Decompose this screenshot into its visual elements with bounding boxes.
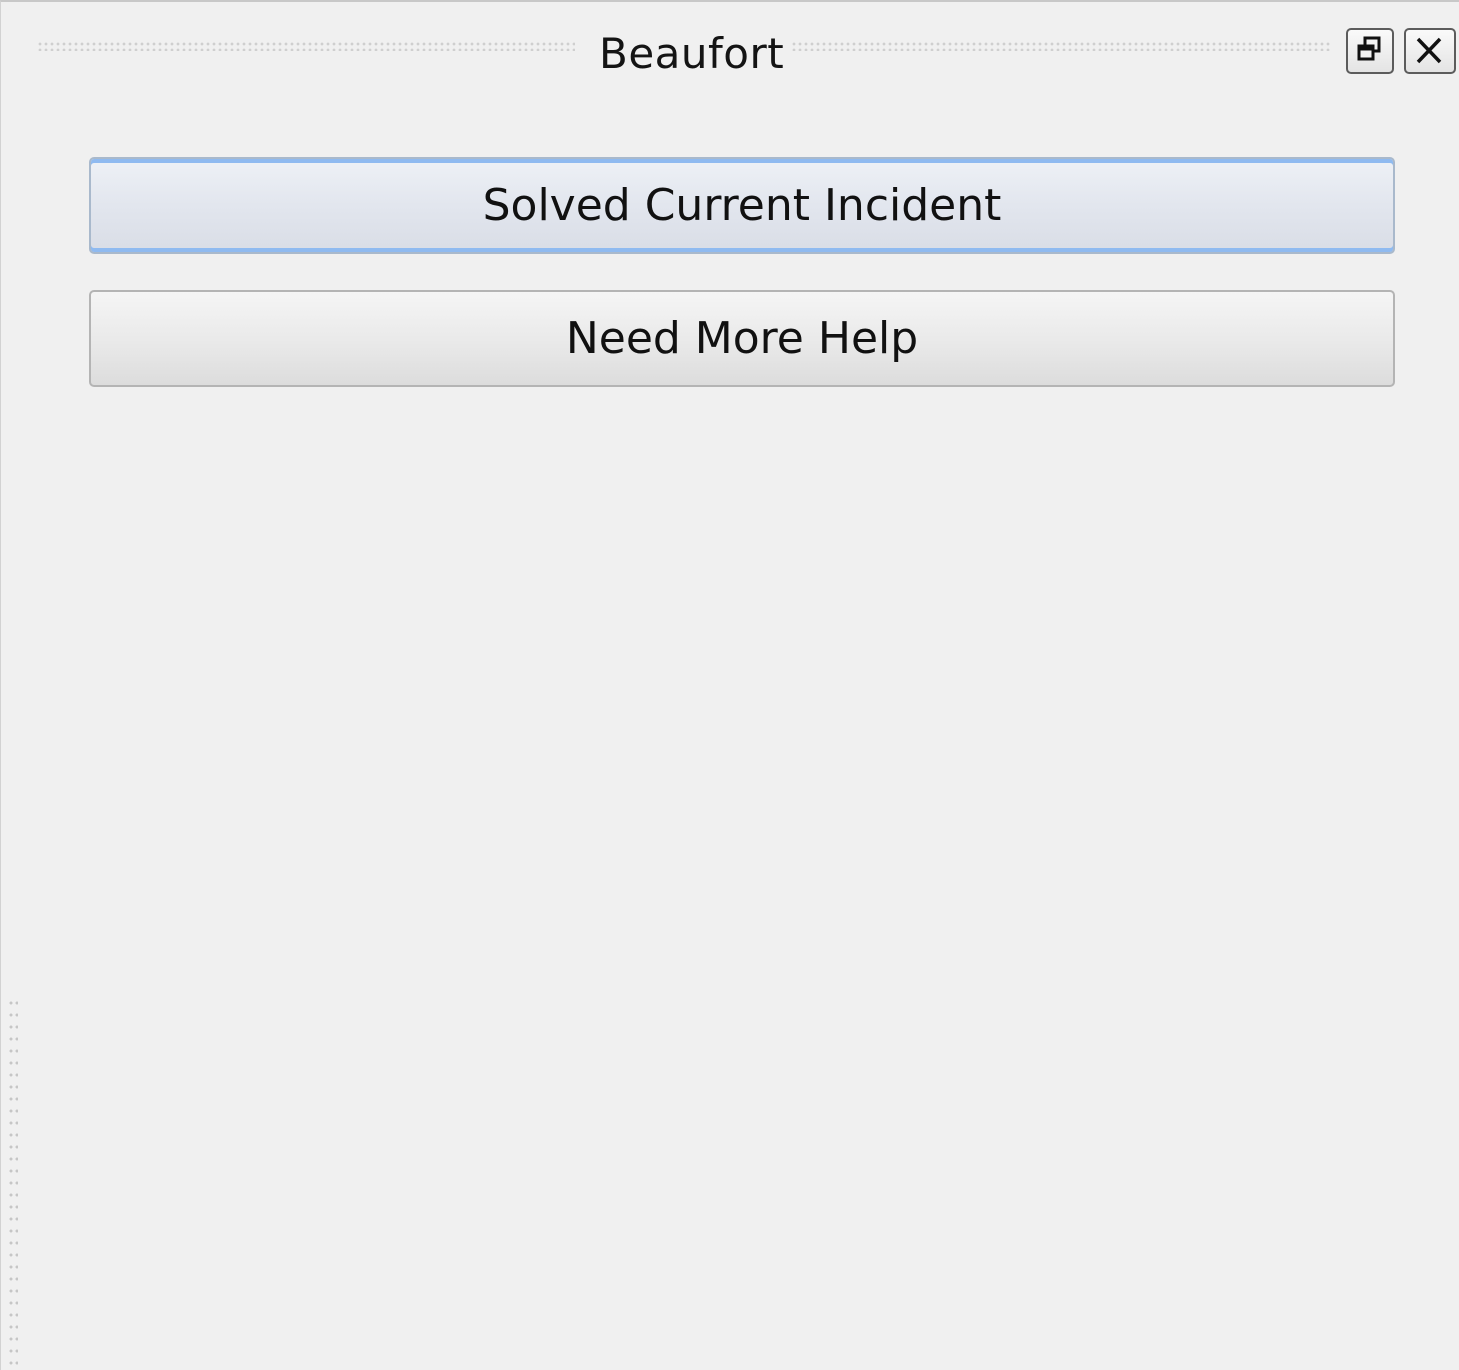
close-icon [1416,37,1442,64]
solved-incident-button[interactable]: Solved Current Incident [89,157,1395,254]
titlebar-grip-left [37,41,575,51]
close-button[interactable] [1404,28,1456,74]
dock-title: Beaufort [599,29,785,78]
dock-panel: Beaufort Solved Current Incident Need Mo… [0,0,1459,1370]
resize-grip[interactable] [8,997,18,1367]
need-help-button[interactable]: Need More Help [89,290,1395,387]
dock-titlebar[interactable]: Beaufort [1,2,1459,92]
titlebar-grip-right [791,41,1331,51]
float-restore-icon [1357,36,1381,61]
float-button[interactable] [1346,28,1394,74]
